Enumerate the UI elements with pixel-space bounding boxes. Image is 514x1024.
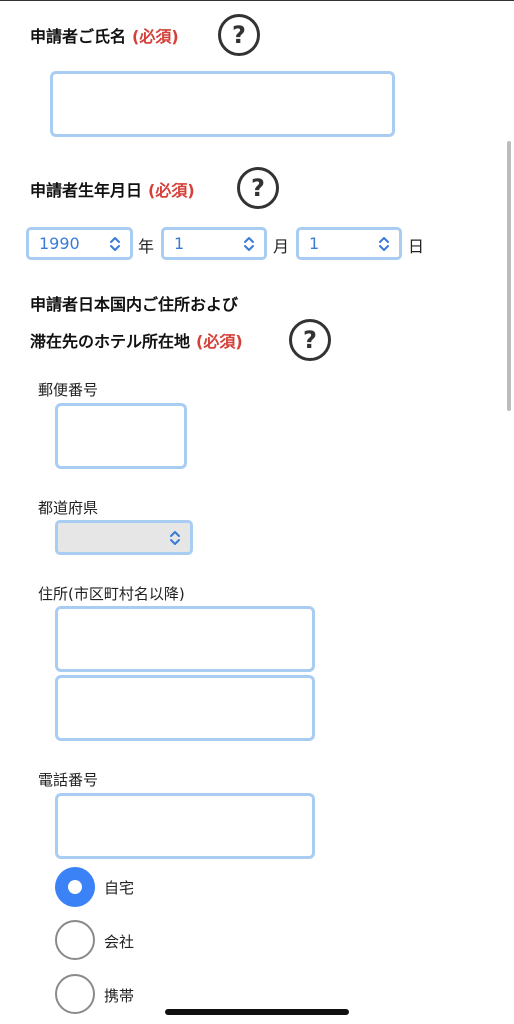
prefecture-label: 都道府県 — [38, 499, 99, 517]
month-unit: 月 — [273, 237, 290, 256]
radio-dot — [68, 880, 82, 894]
chevron-updown-icon — [379, 236, 389, 251]
address-line2-input[interactable] — [55, 675, 315, 741]
phone-type-home-radio[interactable] — [55, 867, 95, 907]
phone-label: 電話番号 — [38, 771, 99, 789]
day-unit: 日 — [408, 237, 425, 256]
name-input[interactable] — [50, 71, 395, 137]
help-icon[interactable]: ? — [289, 319, 331, 361]
help-icon[interactable]: ? — [237, 167, 279, 209]
address-label-text: 滞在先のホテル所在地 — [30, 332, 191, 351]
home-indicator — [165, 1009, 349, 1015]
year-unit: 年 — [138, 237, 155, 256]
phone-type-work-radio[interactable] — [55, 920, 95, 960]
chevron-updown-icon — [110, 236, 120, 251]
name-label-text: 申請者ご氏名 — [30, 27, 127, 46]
postal-code-input[interactable] — [55, 403, 187, 469]
required-badge: (必須) — [196, 332, 243, 351]
birthdate-label-text: 申請者生年月日 — [30, 181, 143, 200]
scrollbar[interactable] — [507, 141, 511, 411]
birth-year-value: 1990 — [39, 234, 80, 253]
phone-type-home-label: 自宅 — [104, 879, 135, 897]
chevron-updown-icon — [244, 236, 254, 251]
address-detail-label: 住所(市区町村名以降) — [38, 585, 185, 603]
address-label-line1: 申請者日本国内ご住所および — [30, 295, 239, 314]
help-icon[interactable]: ? — [218, 14, 260, 56]
chevron-updown-icon — [170, 530, 180, 545]
birth-month-value: 1 — [174, 234, 185, 253]
address-label-line2: 滞在先のホテル所在地 (必須) — [30, 328, 243, 352]
required-badge: (必須) — [148, 181, 195, 200]
prefecture-select[interactable] — [55, 520, 193, 555]
birth-day-select[interactable]: 1 — [296, 227, 402, 260]
postal-code-label: 郵便番号 — [38, 381, 99, 399]
birth-day-value: 1 — [309, 234, 320, 253]
birthdate-label: 申請者生年月日 (必須) — [30, 177, 195, 201]
name-label: 申請者ご氏名 (必須) — [30, 23, 179, 47]
birth-month-select[interactable]: 1 — [161, 227, 267, 260]
phone-input[interactable] — [55, 793, 315, 859]
phone-type-work-label: 会社 — [104, 933, 135, 951]
phone-type-mobile-label: 携帯 — [104, 987, 135, 1005]
address-line1-input[interactable] — [55, 606, 315, 672]
phone-type-mobile-radio[interactable] — [55, 974, 95, 1014]
required-badge: (必須) — [132, 27, 179, 46]
birth-year-select[interactable]: 1990 — [26, 227, 133, 260]
